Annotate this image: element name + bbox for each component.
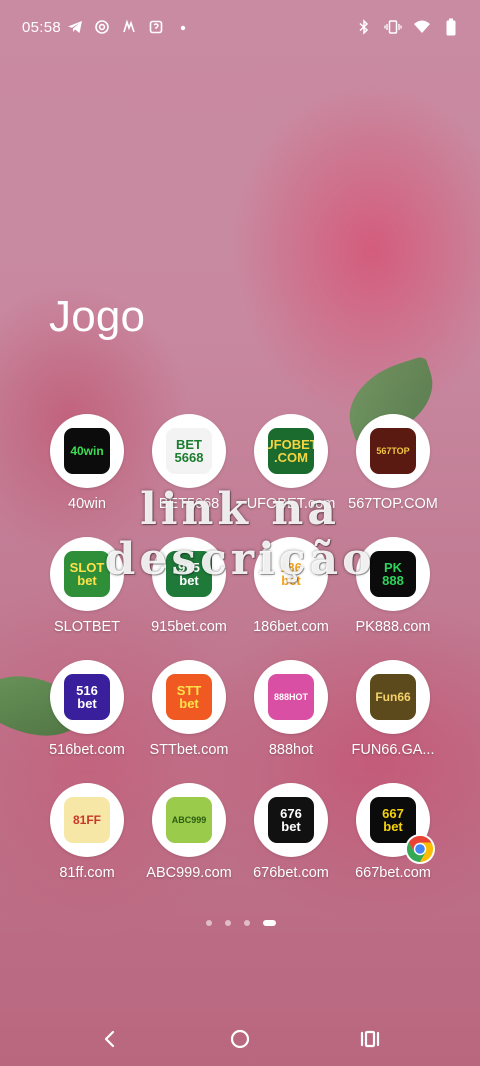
recents-icon xyxy=(359,1029,381,1054)
page-dot[interactable] xyxy=(225,920,231,926)
back-button[interactable] xyxy=(90,1024,130,1058)
wifi-icon xyxy=(413,18,431,36)
app-shortcut[interactable]: 676 bet 676bet.com xyxy=(240,783,342,906)
app-logo: 516 bet xyxy=(64,674,110,720)
app-label: ABC999.com xyxy=(146,865,232,881)
app-icon[interactable]: ABC999 xyxy=(152,783,226,857)
home-button[interactable] xyxy=(220,1024,260,1058)
app-icon[interactable]: Fun66 xyxy=(356,660,430,734)
app-icon[interactable]: 40win xyxy=(50,414,124,488)
app-logo: 567TOP xyxy=(370,428,416,474)
app-label: 516bet.com xyxy=(49,742,125,758)
app-shortcut[interactable]: 667 bet 667bet.com xyxy=(342,783,444,906)
bluetooth-icon xyxy=(355,18,373,36)
app-icon[interactable]: UFOBET .COM xyxy=(254,414,328,488)
app-icon[interactable]: STT bet xyxy=(152,660,226,734)
app-label: PK888.com xyxy=(355,619,431,635)
app-shortcut[interactable]: ABC999 ABC999.com xyxy=(138,783,240,906)
app-logo: Fun66 xyxy=(370,674,416,720)
back-icon xyxy=(101,1029,119,1054)
app-label: 915bet.com xyxy=(151,619,227,635)
settings-icon xyxy=(93,18,111,36)
app-label: 888hot xyxy=(268,742,314,758)
chrome-badge-icon xyxy=(405,834,435,864)
app-icon[interactable]: 516 bet xyxy=(50,660,124,734)
app-icon[interactable]: 81FF xyxy=(50,783,124,857)
clock: 05:58 xyxy=(22,19,62,36)
app-logo: 676 bet xyxy=(268,797,314,843)
app-icon[interactable]: 676 bet xyxy=(254,783,328,857)
app-logo: STT bet xyxy=(166,674,212,720)
app-icon xyxy=(147,18,165,36)
app-logo: BET 5668 xyxy=(166,428,212,474)
app-label: 186bet.com xyxy=(253,619,329,635)
app-icon xyxy=(120,18,138,36)
app-label: FUN66.GA... xyxy=(351,742,435,758)
folder-title[interactable]: Jogo xyxy=(49,292,145,342)
app-label: SLOTBET xyxy=(53,619,121,635)
app-logo: 888HOT xyxy=(268,674,314,720)
app-shortcut[interactable]: Fun66 FUN66.GA... xyxy=(342,660,444,783)
app-icon[interactable]: 888HOT xyxy=(254,660,328,734)
app-logo: UFOBET .COM xyxy=(268,428,314,474)
overlay-text: descrição xyxy=(104,534,376,585)
app-label: 667bet.com xyxy=(355,865,431,881)
app-icon[interactable]: BET 5668 xyxy=(152,414,226,488)
app-shortcut[interactable]: 516 bet 516bet.com xyxy=(36,660,138,783)
app-logo: ABC999 xyxy=(166,797,212,843)
page-dot[interactable] xyxy=(244,920,250,926)
dot-icon xyxy=(174,18,192,36)
page-dot[interactable] xyxy=(206,920,212,926)
app-logo: 40win xyxy=(64,428,110,474)
app-label: STTbet.com xyxy=(149,742,229,758)
recents-button[interactable] xyxy=(350,1024,390,1058)
navigation-bar xyxy=(0,1016,480,1066)
battery-icon xyxy=(442,18,460,36)
home-icon xyxy=(229,1028,251,1055)
app-shortcut[interactable]: STT bet STTbet.com xyxy=(138,660,240,783)
telegram-icon xyxy=(66,18,84,36)
app-shortcut[interactable]: 888HOT 888hot xyxy=(240,660,342,783)
app-label: 81ff.com xyxy=(59,865,115,881)
app-label: 676bet.com xyxy=(253,865,329,881)
app-icon[interactable]: 567TOP xyxy=(356,414,430,488)
overlay-text: link na xyxy=(140,484,340,535)
page-indicator xyxy=(206,920,276,926)
page-dot-active[interactable] xyxy=(263,920,276,926)
vibrate-icon xyxy=(384,18,402,36)
app-shortcut[interactable]: 81FF 81ff.com xyxy=(36,783,138,906)
app-logo: 81FF xyxy=(64,797,110,843)
status-bar: 05:58 xyxy=(0,0,480,56)
